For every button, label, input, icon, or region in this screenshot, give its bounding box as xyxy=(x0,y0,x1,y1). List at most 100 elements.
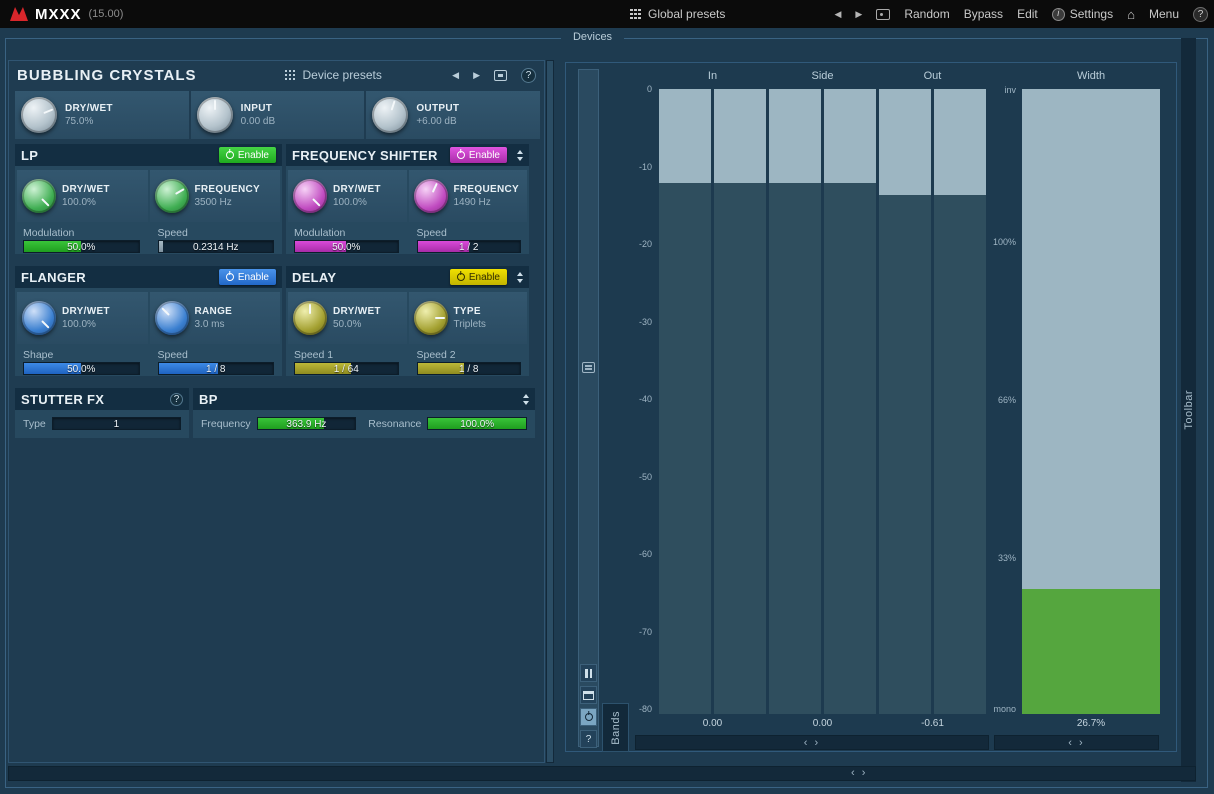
home-icon[interactable]: ⌂ xyxy=(1127,7,1135,22)
resonance-slider[interactable]: 100.0% xyxy=(427,417,527,430)
enable-button[interactable]: Enable xyxy=(450,269,507,285)
dry-wet-knob[interactable] xyxy=(22,301,56,335)
device-next-button[interactable]: ▶ xyxy=(473,70,480,81)
dry-wet-knob[interactable] xyxy=(22,179,56,213)
slider-value: 50.0% xyxy=(24,363,139,374)
bypass-button[interactable]: Bypass xyxy=(964,7,1003,21)
dry-wet-knob[interactable] xyxy=(21,97,57,133)
settings-button[interactable]: Settings xyxy=(1052,7,1113,21)
speed-slider[interactable]: 1 / 2 xyxy=(417,240,522,253)
speed-slider[interactable]: 1 / 8 xyxy=(158,362,275,375)
meter-group-label: Side xyxy=(769,70,876,82)
melda-logo-icon xyxy=(10,7,28,21)
module-help-button[interactable]: ? xyxy=(170,393,183,406)
module-stepper[interactable] xyxy=(517,272,523,283)
db-scale-label: -60 xyxy=(606,549,652,559)
module-title: LP xyxy=(21,148,38,163)
param-label: Speed xyxy=(417,227,522,240)
device-title: BUBBLING CRYSTALS xyxy=(17,67,197,84)
scrollbar-arrows-icon[interactable]: ‹ › xyxy=(851,768,867,778)
knob-group[interactable]: FREQUENCY 3500 Hz xyxy=(150,170,281,222)
module-lp: LP Enable DRY/WET 100.0% xyxy=(15,144,282,254)
type-knob[interactable] xyxy=(414,301,448,335)
modulation-slider[interactable]: 50.0% xyxy=(23,240,140,253)
frequency-slider[interactable]: 363.9 Hz xyxy=(257,417,357,430)
slider-value: 1 / 64 xyxy=(295,363,398,374)
enable-label: Enable xyxy=(469,272,500,283)
knob-group[interactable]: DRY/WET 100.0% xyxy=(17,292,148,344)
speed-slider[interactable]: 0.2314 Hz xyxy=(158,240,275,253)
meter-scrollbar[interactable]: ‹ › xyxy=(635,735,989,750)
device-panel-scrollbar[interactable] xyxy=(546,60,554,763)
param-label: Speed xyxy=(158,227,275,240)
menu-button[interactable]: Menu xyxy=(1149,7,1179,21)
preset-prev-button[interactable]: ◀ xyxy=(835,9,842,20)
knob-group[interactable]: DRY/WET 100.0% xyxy=(288,170,407,222)
random-button[interactable]: Random xyxy=(904,7,949,21)
device-prev-button[interactable]: ◀ xyxy=(452,70,459,81)
modulation-slider[interactable]: 50.0% xyxy=(294,240,399,253)
shape-slider[interactable]: 50.0% xyxy=(23,362,140,375)
slider-value: 1 / 2 xyxy=(418,241,521,252)
speed2-slider[interactable]: 1 / 8 xyxy=(417,362,522,375)
device-save-icon[interactable] xyxy=(494,70,507,81)
scrollbar-arrows-icon[interactable]: ‹ › xyxy=(804,738,820,748)
scrollbar-arrows-icon[interactable]: ‹ › xyxy=(1068,738,1084,748)
slider-value: 0.2314 Hz xyxy=(159,241,274,252)
slider-value: 363.9 Hz xyxy=(258,418,356,429)
input-knob-group[interactable]: INPUT 0.00 dB xyxy=(191,91,365,139)
knob-group[interactable]: RANGE 3.0 ms xyxy=(150,292,281,344)
db-scale-label: -80 xyxy=(606,704,652,714)
device-presets-icon xyxy=(285,70,296,81)
dry-wet-knob[interactable] xyxy=(293,301,327,335)
frequency-knob[interactable] xyxy=(414,179,448,213)
width-scrollbar[interactable]: ‹ › xyxy=(994,735,1159,750)
width-meter-bar xyxy=(1022,89,1160,714)
output-knob[interactable] xyxy=(372,97,408,133)
knob-label: DRY/WET xyxy=(333,184,381,195)
preset-image-icon[interactable] xyxy=(876,9,890,20)
enable-button[interactable]: Enable xyxy=(219,147,276,163)
enable-button[interactable]: Enable xyxy=(219,269,276,285)
app-name: MXXX xyxy=(35,6,82,23)
preset-next-button[interactable]: ▶ xyxy=(855,9,862,20)
knob-group[interactable]: FREQUENCY 1490 Hz xyxy=(409,170,528,222)
knob-value: 100.0% xyxy=(62,319,110,330)
knob-value: 3.0 ms xyxy=(195,319,233,330)
module-bp: BP Frequency 363.9 Hz Resonance 100.0% xyxy=(193,388,535,438)
frequency-knob[interactable] xyxy=(155,179,189,213)
knob-group[interactable]: TYPE Triplets xyxy=(409,292,528,344)
bottom-scrollbar[interactable]: ‹ › xyxy=(8,766,1196,781)
knob-group[interactable]: DRY/WET 100.0% xyxy=(17,170,148,222)
help-button[interactable]: ? xyxy=(1193,7,1208,22)
master-dry-wet-knob-group[interactable]: DRY/WET 75.0% xyxy=(15,91,189,139)
meter-group-label: Width xyxy=(1022,70,1160,82)
master-knob-row: DRY/WET 75.0% INPUT 0.00 dB OUTPUT +6. xyxy=(15,91,540,139)
dry-wet-knob[interactable] xyxy=(293,179,327,213)
type-slider[interactable]: 1 xyxy=(52,417,181,430)
width-scale-label: 66% xyxy=(972,395,1016,405)
tab-toolbar[interactable]: Toolbar xyxy=(1181,38,1196,782)
module-header: DELAY Enable xyxy=(286,266,529,288)
knob-label: DRY/WET xyxy=(62,184,110,195)
output-knob-group[interactable]: OUTPUT +6.00 dB xyxy=(366,91,540,139)
param-label: Frequency xyxy=(201,418,251,430)
range-knob[interactable] xyxy=(155,301,189,335)
module-stepper[interactable] xyxy=(517,150,523,161)
module-stepper[interactable] xyxy=(523,394,529,405)
edit-button[interactable]: Edit xyxy=(1017,7,1038,21)
tab-devices[interactable]: Devices xyxy=(561,31,624,43)
knob-label: FREQUENCY xyxy=(454,184,519,195)
enable-button[interactable]: Enable xyxy=(450,147,507,163)
scrollbar-thumb[interactable] xyxy=(547,61,553,762)
speed1-slider[interactable]: 1 / 64 xyxy=(294,362,399,375)
input-knob[interactable] xyxy=(197,97,233,133)
global-presets-button[interactable]: Global presets xyxy=(648,7,725,21)
device-presets-button[interactable]: Device presets xyxy=(285,68,382,82)
knob-group[interactable]: DRY/WET 50.0% xyxy=(288,292,407,344)
level-meter-bar xyxy=(824,89,876,714)
device-help-button[interactable]: ? xyxy=(521,68,536,83)
meter-value: 0.00 xyxy=(769,718,876,729)
level-meter-bar xyxy=(659,89,711,714)
db-scale-label: 0 xyxy=(606,84,652,94)
